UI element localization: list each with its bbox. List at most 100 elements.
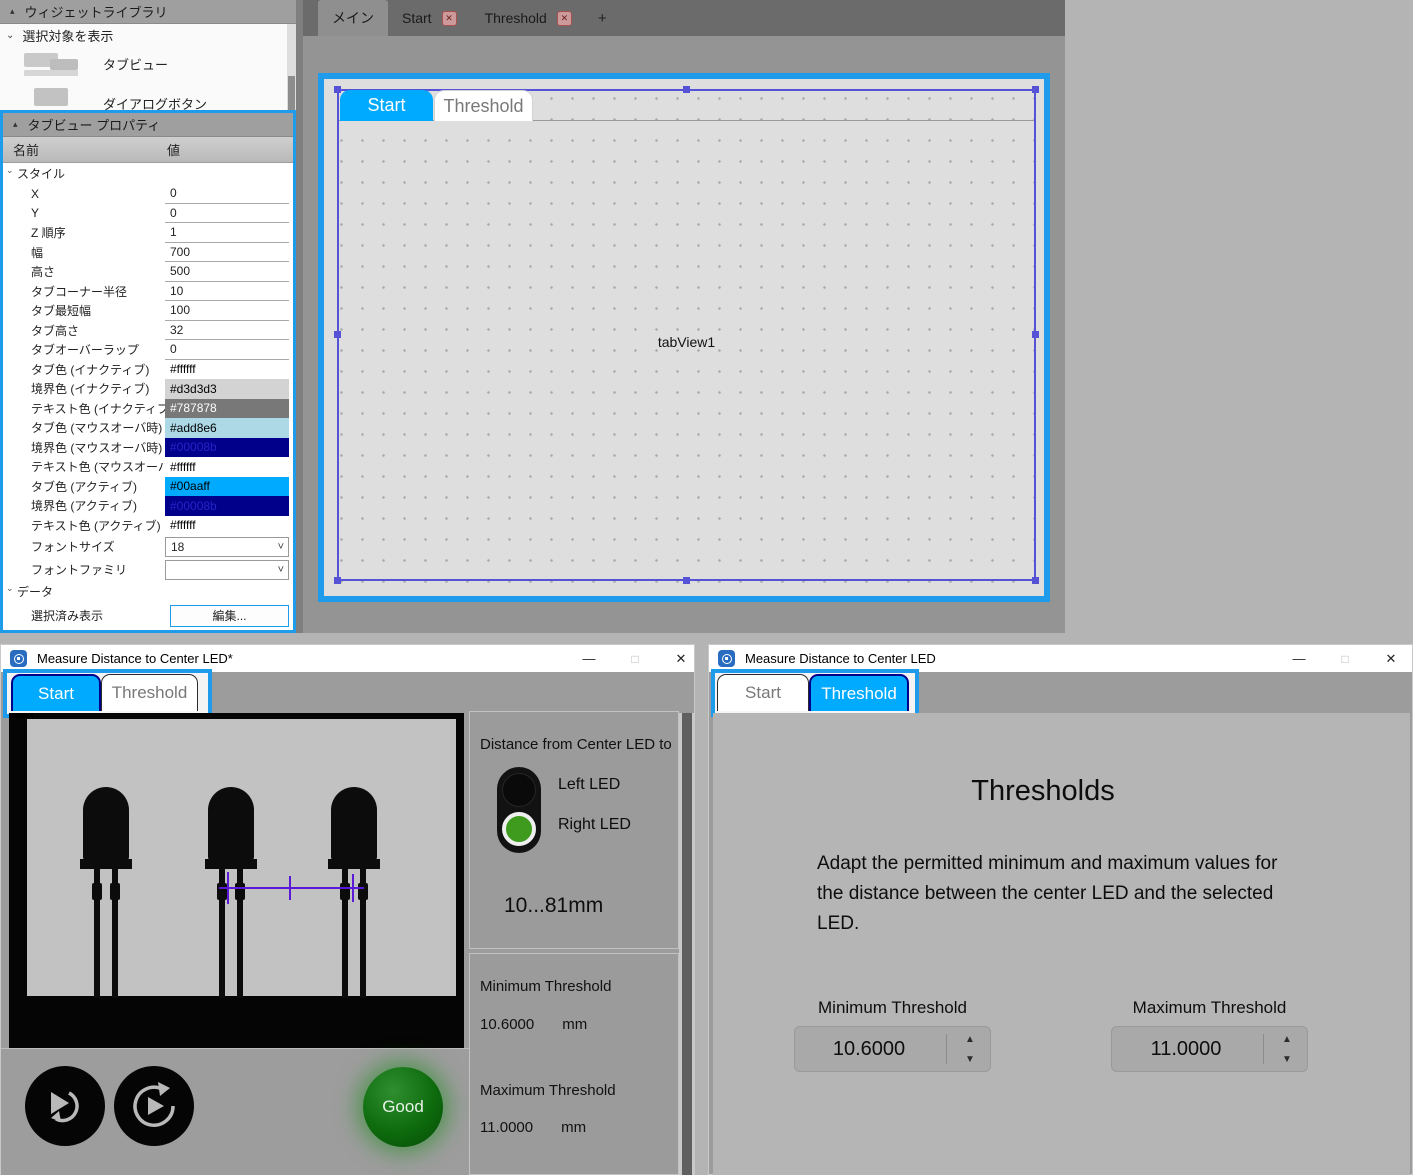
window-scrollbar[interactable] (679, 713, 695, 1175)
property-row: 境界色 (アクティブ)#00008b (3, 496, 293, 516)
widget-tab-start[interactable]: Start (340, 90, 433, 121)
resize-handle[interactable] (683, 577, 690, 584)
spin-down-button[interactable]: ▼ (957, 1049, 983, 1069)
tabview-icon (24, 53, 78, 76)
tab-start[interactable]: Start (717, 674, 809, 711)
scrollbar-thumb[interactable] (682, 713, 692, 1175)
property-value[interactable]: 32 (165, 321, 289, 341)
maximize-button[interactable]: □ (1328, 645, 1362, 672)
widget-library-header[interactable]: ▴ ウィジェットライブラリ (0, 0, 296, 24)
tab-label: メイン (332, 8, 374, 28)
resize-handle[interactable] (1032, 331, 1039, 338)
property-value[interactable]: ˅ (165, 560, 289, 580)
design-surface[interactable]: Start Threshold tabView1 (324, 79, 1044, 596)
property-value[interactable]: 0 (165, 204, 289, 224)
property-value[interactable]: 0 (165, 184, 289, 204)
toggle-right-led-indicator[interactable] (502, 812, 536, 846)
property-value[interactable]: #add8e6 (165, 418, 289, 438)
property-value[interactable]: 500 (165, 262, 289, 282)
minimize-button[interactable]: — (1282, 645, 1316, 672)
widget-library-scrollbar[interactable] (287, 24, 296, 110)
close-icon[interactable]: ✕ (557, 11, 572, 26)
measurement-tick (289, 876, 291, 900)
toggle-left-led-indicator[interactable] (502, 773, 536, 807)
property-value[interactable]: #ffffff (165, 457, 289, 477)
property-row: テキスト色 (マウスオーバ時)#ffffff (3, 457, 293, 477)
spin-down-button[interactable]: ▼ (1274, 1049, 1300, 1069)
resize-handle[interactable] (334, 577, 341, 584)
resize-handle[interactable] (334, 86, 341, 93)
center-led (205, 787, 257, 999)
property-value[interactable]: 700 (165, 243, 289, 263)
property-label: ⌄データ (3, 583, 165, 600)
close-icon[interactable]: ✕ (442, 11, 457, 26)
designer-tab-threshold[interactable]: Threshold ✕ (471, 0, 586, 36)
property-value[interactable]: 編集... (165, 602, 289, 629)
property-label: Z 順序 (3, 224, 165, 241)
max-threshold-spinbox[interactable]: 11.0000 ▲ ▼ (1111, 1026, 1308, 1072)
property-value[interactable]: 10 (165, 282, 289, 302)
property-label: Y (3, 206, 165, 220)
scrollbar-thumb[interactable] (288, 76, 295, 110)
collapse-icon: ▴ (10, 6, 15, 17)
close-button[interactable]: ✕ (1374, 645, 1408, 672)
run-continuous-button[interactable] (114, 1066, 194, 1146)
runtime-window-start: Measure Distance to Center LED* — □ ✕ St… (0, 644, 695, 1175)
resize-handle[interactable] (1032, 86, 1039, 93)
show-selection-row[interactable]: ⌄ 選択対象を表示 (0, 24, 296, 46)
property-panel-header[interactable]: ▴ タブビュー プロパティ (3, 113, 293, 137)
property-label: 幅 (3, 244, 165, 261)
designer-tabbar: メイン Start ✕ Threshold ✕ + (303, 0, 1065, 36)
maximize-button[interactable]: □ (618, 645, 652, 672)
property-value[interactable]: #ffffff (165, 516, 289, 536)
resize-handle[interactable] (334, 331, 341, 338)
tabview-widget-selection[interactable]: Start Threshold tabView1 (337, 89, 1036, 581)
widget-name-label: tabView1 (339, 334, 1034, 350)
minimize-button[interactable]: — (572, 645, 606, 672)
titlebar[interactable]: Measure Distance to Center LED* — □ ✕ (1, 645, 694, 672)
property-label: タブ色 (マウスオーバ時) (3, 419, 165, 436)
designer-tab-main[interactable]: メイン (318, 0, 388, 36)
value: 10.6000 (480, 1016, 534, 1033)
property-value[interactable]: 100 (165, 301, 289, 321)
run-once-button[interactable] (25, 1066, 105, 1146)
right-led (328, 787, 380, 999)
tab-start[interactable]: Start (11, 674, 101, 711)
property-label: ⌄スタイル (3, 165, 165, 182)
property-value[interactable]: 18˅ (165, 537, 289, 557)
tabview-property-panel: ▴ タブビュー プロパティ 名前 値 ⌄スタイルX0Y0Z 順序1幅700高さ5… (0, 110, 296, 633)
property-value[interactable]: #00008b (165, 438, 289, 458)
widget-item-label: タブビュー (103, 55, 168, 74)
property-value[interactable]: 1 (165, 223, 289, 243)
property-value[interactable]: #00008b (165, 496, 289, 516)
add-tab-button[interactable]: + (586, 0, 619, 36)
resize-handle[interactable] (683, 86, 690, 93)
titlebar[interactable]: Measure Distance to Center LED — □ ✕ (709, 645, 1412, 672)
property-label: タブ色 (イナクティブ) (3, 361, 165, 378)
spin-up-button[interactable]: ▲ (1274, 1029, 1300, 1049)
tab-threshold[interactable]: Threshold (101, 674, 198, 711)
property-value[interactable]: 0 (165, 340, 289, 360)
designer-tab-start[interactable]: Start ✕ (388, 0, 471, 36)
property-value[interactable]: #d3d3d3 (165, 379, 289, 399)
resize-handle[interactable] (1032, 577, 1039, 584)
property-label: タブ高さ (3, 322, 165, 339)
edit-button[interactable]: 編集... (170, 605, 289, 627)
widget-item-dialog-button[interactable]: ダイアログボタン (0, 82, 296, 112)
chevron-down-icon: ⌄ (6, 165, 14, 176)
spin-up-button[interactable]: ▲ (957, 1029, 983, 1049)
close-button[interactable]: ✕ (664, 645, 698, 672)
widget-item-tabview[interactable]: タブビュー (0, 46, 296, 82)
widget-tab-threshold[interactable]: Threshold (434, 90, 533, 121)
property-label: 境界色 (マウスオーバ時) (3, 439, 165, 456)
min-threshold-input[interactable]: 10.6000 (794, 1026, 944, 1072)
tab-threshold[interactable]: Threshold (809, 674, 909, 711)
max-threshold-input[interactable]: 11.0000 (1111, 1026, 1261, 1072)
page-heading: Thresholds (713, 775, 1373, 808)
property-value[interactable]: #787878 (165, 399, 289, 419)
led-toggle-switch[interactable] (497, 767, 541, 853)
property-value[interactable]: #ffffff (165, 360, 289, 380)
min-threshold-spinbox[interactable]: 10.6000 ▲ ▼ (794, 1026, 991, 1072)
camera-image (9, 713, 464, 1048)
property-value[interactable]: #00aaff (165, 477, 289, 497)
